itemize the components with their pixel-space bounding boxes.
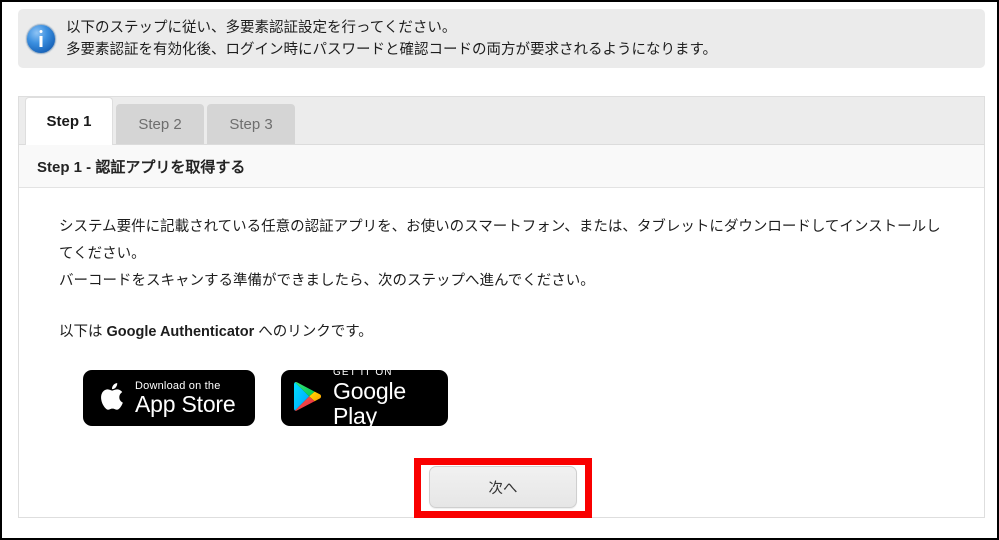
instruction-paragraph: システム要件に記載されている任意の認証アプリを、お使いのスマートフォン、または、… <box>59 214 950 295</box>
app-store-badge-small: Download on the <box>135 379 221 392</box>
page-root: 以下のステップに従い、多要素認証設定を行ってください。 多要素認証を有効化後、ロ… <box>0 0 999 540</box>
instruction-line-2: バーコードをスキャンする準備ができましたら、次のステップへ進んでください。 <box>59 273 595 289</box>
tab-strip: Step 1 Step 2 Step 3 <box>18 96 985 145</box>
app-store-badge[interactable]: Download on the App Store <box>83 370 255 426</box>
next-button-label: 次へ <box>488 480 518 497</box>
info-banner: 以下のステップに従い、多要素認証設定を行ってください。 多要素認証を有効化後、ロ… <box>18 9 985 68</box>
google-play-badge-big: Google Play <box>333 378 406 429</box>
apple-logo-icon <box>98 381 124 415</box>
next-button[interactable]: 次へ <box>429 466 577 508</box>
info-icon <box>26 23 56 54</box>
info-banner-line-1: 以下のステップに従い、多要素認証設定を行ってください。 <box>66 19 457 36</box>
links-paragraph-suffix: へのリンクです。 <box>254 324 373 340</box>
links-paragraph-prefix: 以下は <box>59 324 107 340</box>
tab-step-3[interactable]: Step 3 <box>207 104 295 144</box>
links-paragraph: 以下は Google Authenticator へのリンクです。 <box>59 319 950 346</box>
app-store-badge-big: App Store <box>135 390 236 417</box>
tab-step-3-label: Step 3 <box>229 115 273 133</box>
tab-step-1-label: Step 1 <box>46 113 92 130</box>
google-play-badge[interactable]: GET IT ON Google Play <box>281 367 448 429</box>
tab-step-2[interactable]: Step 2 <box>116 104 204 144</box>
app-store-badge-text: Download on the App Store <box>135 380 236 417</box>
tab-step-2-label: Step 2 <box>138 115 182 133</box>
info-banner-text: 以下のステップに従い、多要素認証設定を行ってください。 多要素認証を有効化後、ロ… <box>66 17 717 61</box>
store-badges: Download on the App Store GET IT ON Goog… <box>59 367 950 429</box>
panel-header: Step 1 - 認証アプリを取得する <box>19 145 984 188</box>
links-paragraph-appname: Google Authenticator <box>106 324 255 340</box>
google-play-badge-text: GET IT ON Google Play <box>333 367 448 429</box>
tab-step-1[interactable]: Step 1 <box>25 97 113 145</box>
panel-header-title: Step 1 - 認証アプリを取得する <box>37 158 246 176</box>
google-play-triangle-icon <box>293 380 323 416</box>
info-banner-line-2: 多要素認証を有効化後、ログイン時にパスワードと確認コードの両方が要求されるように… <box>66 41 718 58</box>
instruction-line-1: システム要件に記載されている任意の認証アプリを、お使いのスマートフォン、または、… <box>59 219 941 262</box>
panel-body: システム要件に記載されている任意の認証アプリを、お使いのスマートフォン、または、… <box>19 188 984 429</box>
